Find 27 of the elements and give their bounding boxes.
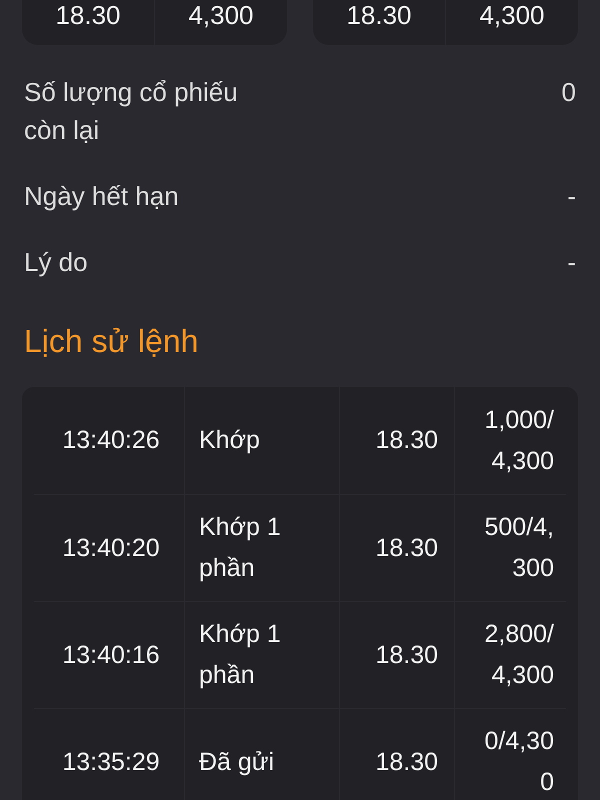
- detail-value: 0: [562, 76, 576, 109]
- status-cell-text: Khớp 1 phần: [199, 512, 282, 584]
- detail-label: Số lượng cổ phiếu còn lại: [24, 76, 239, 147]
- quantity-cell-text: 500/4,300: [483, 512, 554, 584]
- time-cell-text: 13:40:26: [62, 425, 160, 456]
- price-cell-text: 18.30: [375, 425, 438, 456]
- quantity-cell-text: 0/4,300: [483, 726, 554, 798]
- section-heading: Lịch sử lệnh: [24, 322, 200, 361]
- status-cell-text: Khớp 1 phần: [199, 619, 282, 691]
- time-cell-text: 13:40:16: [62, 640, 160, 670]
- quantity-value: 4,300: [188, 0, 254, 30]
- price-value: 18.30: [55, 0, 121, 30]
- price-cell-text: 18.30: [375, 532, 438, 564]
- price-cell-text: 18.30: [375, 640, 438, 670]
- detail-label: Lý do: [24, 246, 88, 279]
- quantity-cell-text: 2,800/4,300: [483, 619, 554, 691]
- quantity-value: 4,300: [479, 0, 545, 30]
- time-cell-text: 13:35:29: [62, 746, 160, 778]
- quantity-cell-text: 1,000/4,300: [483, 404, 554, 476]
- price-cell-text: 18.30: [375, 746, 438, 778]
- time-cell-text: 13:40:20: [62, 532, 160, 564]
- detail-value: -: [567, 246, 576, 279]
- detail-label: Ngày hết hạn: [24, 180, 179, 213]
- price-value: 18.30: [346, 0, 412, 30]
- status-cell-text: Khớp: [199, 425, 260, 456]
- status-cell-text: Đã gửi: [199, 746, 274, 778]
- detail-value: -: [567, 180, 576, 213]
